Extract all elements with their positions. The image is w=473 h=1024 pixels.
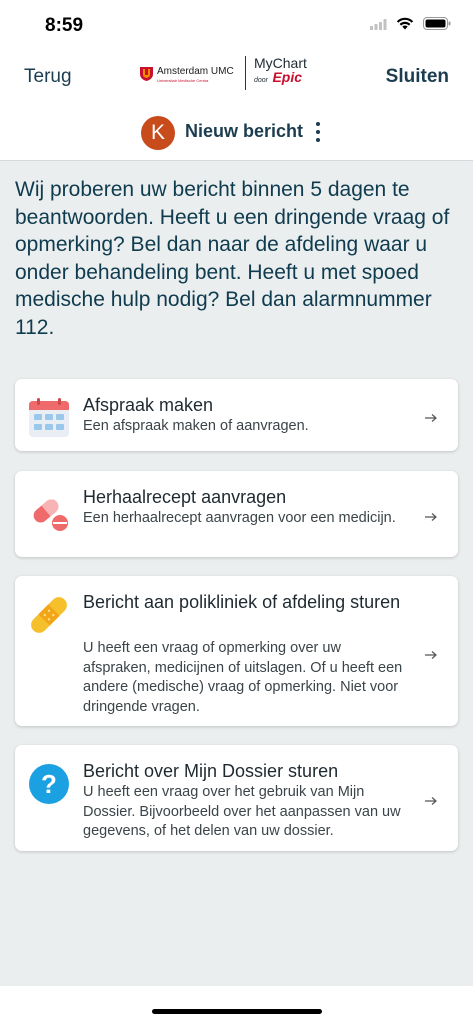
close-button[interactable]: Sluiten bbox=[386, 66, 449, 88]
arrow-right-icon bbox=[424, 647, 438, 659]
avatar[interactable]: K bbox=[141, 116, 175, 150]
arrow-right-icon bbox=[424, 410, 438, 422]
bandage-icon bbox=[28, 594, 70, 636]
navigation-bar: Terug Amsterdam UMC Universitair Medisch… bbox=[0, 48, 473, 106]
conversation-title: Nieuw bericht bbox=[185, 121, 304, 141]
option-description: Een herhaalrecept aanvragen voor een med… bbox=[83, 510, 396, 526]
epic-label: Epic bbox=[272, 69, 303, 85]
status-bar: 8:59 bbox=[0, 0, 473, 48]
status-time: 8:59 bbox=[45, 15, 84, 36]
option-card-department-message[interactable]: Bericht aan polikliniek of afdeling stur… bbox=[15, 576, 458, 726]
arrow-right-icon bbox=[424, 793, 438, 805]
arrow-right-icon bbox=[424, 509, 438, 521]
calendar-icon bbox=[28, 397, 70, 439]
option-description: U heeft een vraag of opmerking over uw a… bbox=[83, 640, 403, 715]
pill-icon bbox=[28, 491, 70, 533]
option-card-prescription[interactable]: Herhaalrecept aanvragen Een herhaalrecep… bbox=[15, 471, 458, 557]
question-icon: ? bbox=[28, 763, 70, 805]
option-title: Bericht over Mijn Dossier sturen bbox=[83, 761, 339, 781]
option-description: Een afspraak maken of aanvragen. bbox=[83, 418, 309, 434]
back-button[interactable]: Terug bbox=[24, 66, 72, 88]
svg-text:?: ? bbox=[41, 769, 57, 799]
conversation-header: K Nieuw bericht bbox=[0, 106, 473, 161]
wifi-icon bbox=[396, 17, 414, 35]
umc-subtitle: Universitair Medische Centra bbox=[157, 78, 209, 83]
mychart-logo: MyChart door Epic bbox=[254, 56, 307, 88]
umc-name: Amsterdam UMC bbox=[157, 66, 234, 77]
mychart-label: MyChart bbox=[254, 55, 307, 71]
cellular-signal-icon bbox=[370, 17, 387, 35]
option-title: Afspraak maken bbox=[83, 395, 214, 415]
intro-text: Wij proberen uw bericht binnen 5 dagen t… bbox=[15, 178, 450, 339]
main-content: Wij proberen uw bericht binnen 5 dagen t… bbox=[0, 161, 473, 986]
door-label: door bbox=[254, 77, 269, 84]
amsterdam-umc-logo: Amsterdam UMC Universitair Medische Cent… bbox=[140, 66, 234, 86]
option-title: Herhaalrecept aanvragen bbox=[83, 487, 287, 507]
more-options-icon[interactable] bbox=[311, 120, 325, 146]
battery-icon bbox=[423, 17, 451, 35]
status-icons bbox=[370, 17, 451, 35]
logo-divider bbox=[245, 56, 246, 90]
umc-shield-icon bbox=[140, 66, 153, 86]
option-card-appointment[interactable]: Afspraak maken Een afspraak maken of aan… bbox=[15, 379, 458, 451]
home-indicator[interactable] bbox=[152, 1009, 322, 1014]
option-title: Bericht aan polikliniek of afdeling stur… bbox=[83, 592, 401, 612]
option-description: U heeft een vraag over het gebruik van M… bbox=[83, 784, 401, 839]
option-card-dossier-message[interactable]: ? Bericht over Mijn Dossier sturen U hee… bbox=[15, 745, 458, 851]
